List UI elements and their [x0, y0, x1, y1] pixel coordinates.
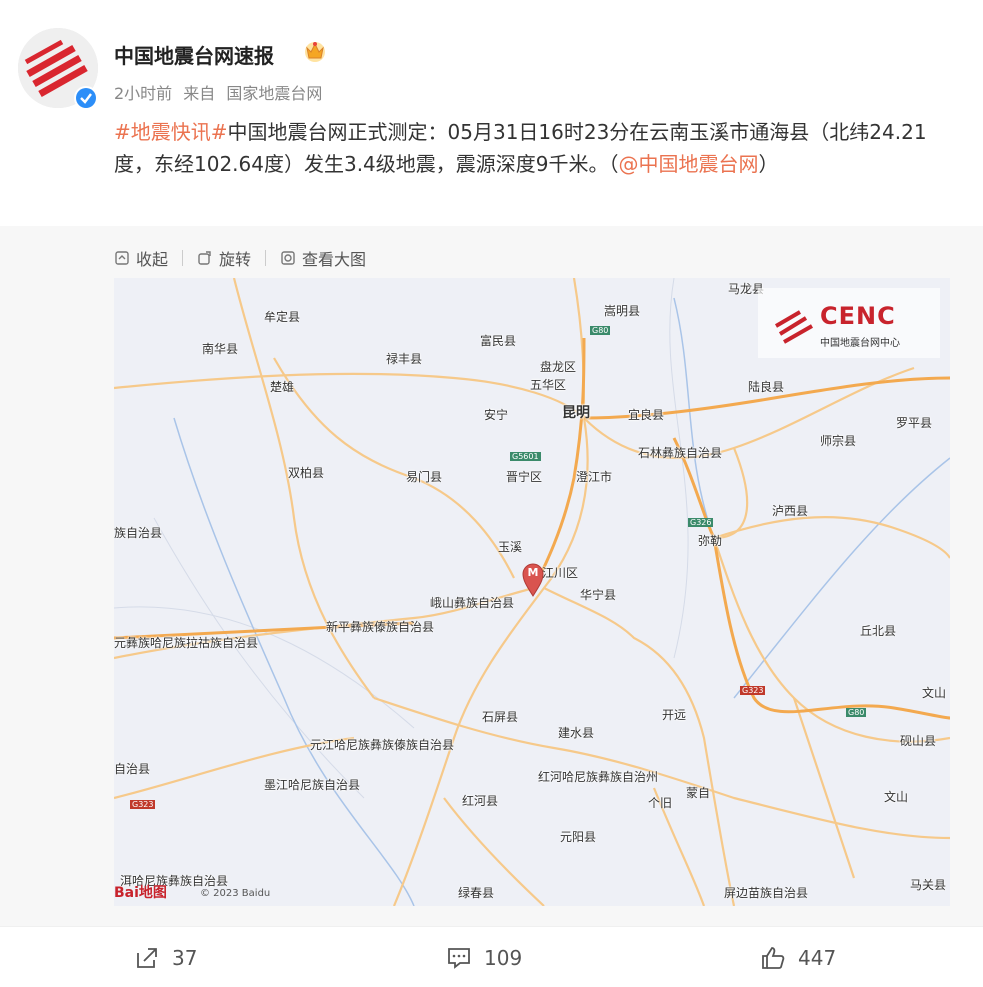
- post-time[interactable]: 2小时前: [114, 84, 172, 103]
- map-label: 石林彝族自治县: [638, 446, 723, 460]
- map-label: 自治县: [114, 762, 151, 776]
- road-shield: G323: [740, 686, 766, 695]
- map-label: 楚雄: [270, 380, 295, 394]
- post-meta: 2小时前 来自 国家地震台网: [114, 80, 328, 104]
- map-label: 新平彝族傣族自治县: [326, 620, 435, 634]
- collapse-icon: [115, 251, 129, 265]
- map-label: 丘北县: [860, 624, 897, 638]
- cenc-subtitle: 中国地震台网中心: [820, 338, 900, 349]
- cenc-title: CENC: [820, 302, 896, 330]
- map-label: 南华县: [202, 342, 239, 356]
- cenc-logo-badge: CENC 中国地震台网中心: [758, 288, 940, 358]
- map-label: 华宁县: [580, 588, 617, 602]
- map-label: 元彝族哈尼族拉祜族自治县: [114, 636, 259, 650]
- map-copyright: © 2023 Baidu: [200, 888, 271, 899]
- road-shield: G80: [590, 326, 611, 335]
- map-label: 五华区: [530, 378, 567, 392]
- like-icon: [762, 947, 785, 969]
- crown-icon[interactable]: [302, 38, 328, 68]
- view-large-button[interactable]: 查看大图: [280, 246, 366, 270]
- map-label: 族自治县: [114, 526, 163, 540]
- map-label: 马关县: [910, 878, 947, 892]
- road-shield: G80: [846, 708, 867, 717]
- post-text: #地震快讯#中国地震台网正式测定：05月31日16时23分在云南玉溪市通海县（北…: [114, 116, 960, 180]
- map-label: 昆明: [562, 405, 590, 421]
- map-label: 峨山彝族自治县: [430, 596, 515, 610]
- map-label: 砚山县: [900, 734, 937, 748]
- comment-button[interactable]: 109: [446, 945, 522, 971]
- map-label: 牟定县: [264, 310, 301, 324]
- map-label: 宜良县: [628, 408, 665, 422]
- map-label: 晋宁区: [506, 470, 543, 484]
- map-label: 泸西县: [772, 504, 809, 518]
- post-actions-bar: 37 109 447: [0, 926, 983, 987]
- map-label: 澄江市: [576, 470, 613, 484]
- map-label: 文山: [922, 686, 947, 700]
- rotate-label: 旋转: [219, 250, 252, 269]
- map-label: 开远: [662, 708, 687, 722]
- map-label: 建水县: [558, 726, 595, 740]
- map-label: 蒙自: [686, 786, 711, 800]
- map-label: 双柏县: [288, 466, 325, 480]
- map-label: 红河县: [462, 794, 499, 808]
- verified-badge-icon: [74, 86, 98, 110]
- hashtag-link[interactable]: #地震快讯#: [114, 120, 228, 144]
- map-label: 个旧: [648, 796, 673, 810]
- baidu-logo: Bai地图: [114, 885, 167, 901]
- map-label: 元阳县: [560, 830, 597, 844]
- comment-icon: [448, 948, 470, 969]
- map-label: 禄丰县: [386, 352, 423, 366]
- map-label: 弥勒: [698, 534, 723, 548]
- toolbar-divider: [265, 250, 267, 266]
- mention-link[interactable]: @中国地震台网: [619, 152, 759, 176]
- map-label: 陆良县: [748, 380, 785, 394]
- map-label: 文山: [884, 790, 909, 804]
- like-button[interactable]: 447: [760, 945, 836, 971]
- map-label: 江川区: [542, 566, 579, 580]
- rotate-button[interactable]: 旋转: [197, 246, 251, 270]
- epicenter-marker-icon: M: [522, 563, 544, 601]
- view-large-icon: [281, 251, 295, 265]
- collapse-button[interactable]: 收起: [114, 246, 168, 270]
- map-label: 易门县: [406, 470, 443, 484]
- post-body: 中国地震台网正式测定：05月31日16时23分在云南玉溪市通海县（北纬24.21…: [114, 120, 927, 176]
- cenc-logo-icon: [774, 310, 813, 344]
- share-count: 37: [172, 946, 198, 970]
- weibo-post-card: 中国地震台网速报 2小时前 来自 国家地震台网 #地震快讯#中国地震台网正式测定…: [0, 0, 983, 987]
- username[interactable]: 中国地震台网速报: [114, 40, 274, 69]
- map-label: 师宗县: [820, 434, 857, 448]
- image-toolbar: 收起 旋转 查看大图: [114, 246, 380, 270]
- map-label: 石屏县: [482, 710, 519, 724]
- toolbar-divider: [182, 250, 184, 266]
- map-label: 玉溪: [498, 540, 523, 554]
- map-label: 红河哈尼族彝族自治州: [538, 770, 659, 784]
- map-label: 屏边苗族自治县: [724, 886, 809, 900]
- rotate-icon: [198, 251, 211, 265]
- source-prefix: 来自: [183, 84, 216, 103]
- share-icon: [137, 948, 157, 968]
- map-label: 罗平县: [896, 416, 933, 430]
- post-suffix: ）: [758, 152, 779, 176]
- earthquake-map-image[interactable]: 马龙县 嵩明县 牟定县 南华县 禄丰县 富民县 盘龙区 五华区 楚雄 安宁 昆明…: [114, 278, 950, 906]
- map-label: 安宁: [484, 408, 509, 422]
- map-label: 元江哈尼族彝族傣族自治县: [310, 738, 455, 752]
- comment-count: 109: [484, 946, 523, 970]
- map-label: 盘龙区: [540, 360, 577, 374]
- road-shield: G323: [130, 800, 156, 809]
- marker-letter: M: [527, 566, 539, 579]
- map-label: 嵩明县: [604, 304, 641, 318]
- share-button[interactable]: 37: [134, 945, 197, 971]
- road-shield: G5601: [510, 452, 541, 461]
- map-label: 墨江哈尼族自治县: [264, 778, 361, 792]
- like-count: 447: [798, 946, 837, 970]
- source-name[interactable]: 国家地震台网: [226, 84, 322, 103]
- collapse-label: 收起: [136, 250, 169, 269]
- view-large-label: 查看大图: [302, 250, 367, 269]
- road-shield: G326: [688, 518, 714, 527]
- map-label: 绿春县: [458, 886, 495, 900]
- map-label: 富民县: [480, 334, 517, 348]
